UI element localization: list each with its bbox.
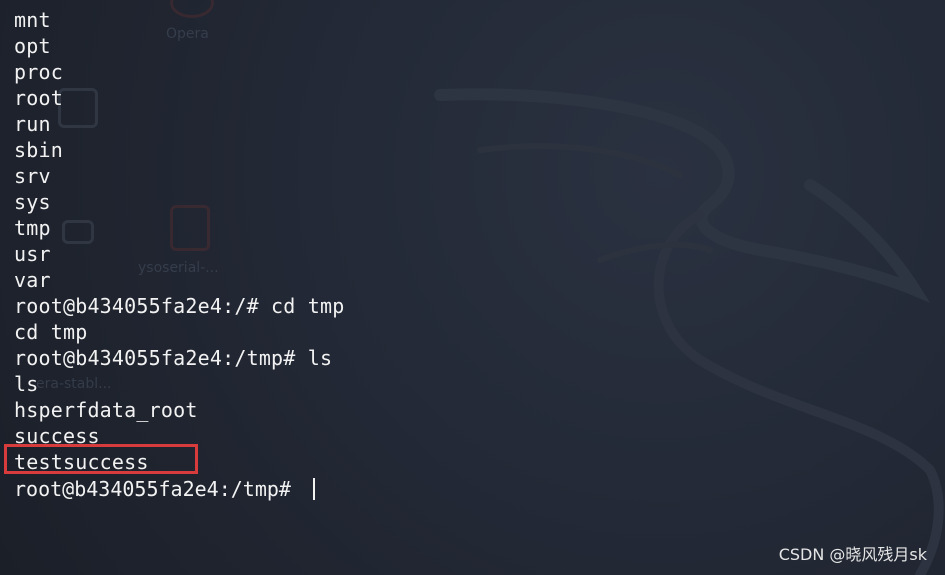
terminal-line-command-ls: root@b434055fa2e4:/tmp# ls (14, 346, 333, 370)
terminal-output: mnt opt proc root run sbin srv sys tmp u… (14, 7, 345, 475)
terminal-line: sys (14, 190, 51, 214)
terminal-line: opt (14, 34, 51, 58)
terminal-line: usr (14, 242, 51, 266)
terminal-line-command-cd: root@b434055fa2e4:/# cd tmp (14, 294, 345, 318)
terminal-window[interactable]: Opera ysoserial-... era-stabl... mnt opt… (0, 0, 945, 575)
terminal-line: tmp (14, 216, 51, 240)
terminal-line: mnt (14, 8, 51, 32)
terminal-line: run (14, 112, 51, 136)
shell-prompt: root@b434055fa2e4:/tmp# (14, 477, 303, 501)
terminal-line: root (14, 86, 63, 110)
text-cursor (312, 478, 315, 500)
highlight-box-testsuccess (4, 444, 198, 474)
terminal-line: proc (14, 60, 63, 84)
terminal-line: srv (14, 164, 51, 188)
terminal-line: sbin (14, 138, 63, 162)
terminal-line: cd tmp (14, 320, 88, 344)
terminal-line: var (14, 268, 51, 292)
terminal-line: hsperfdata_root (14, 398, 198, 422)
terminal-line: ls (14, 372, 39, 396)
terminal-input-line[interactable]: root@b434055fa2e4:/tmp# (14, 476, 315, 502)
csdn-watermark: CSDN @晓风残月sk (778, 545, 927, 564)
